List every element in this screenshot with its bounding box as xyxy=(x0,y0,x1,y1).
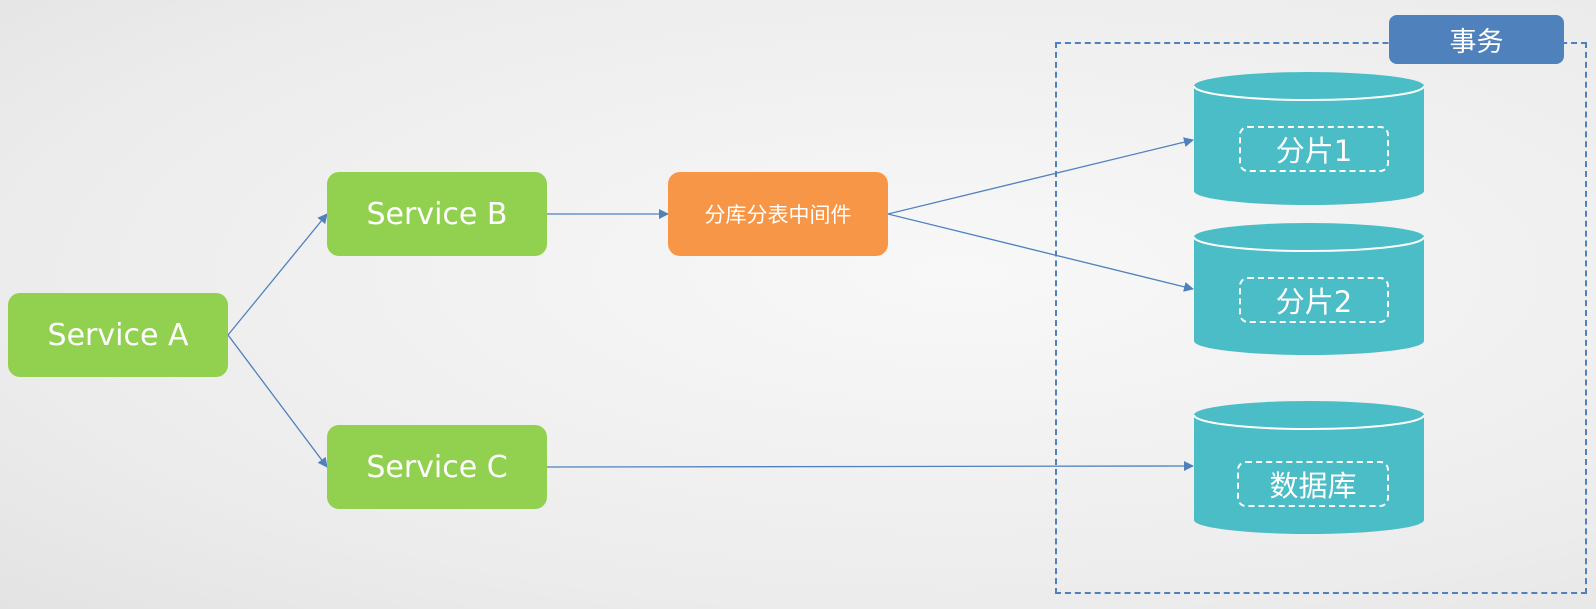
shard-2-label: 分片2 xyxy=(1239,277,1389,323)
arrow-a-to-c xyxy=(227,334,328,468)
sharding-middleware-node: 分库分表中间件 xyxy=(668,172,888,256)
transaction-label: 事务 xyxy=(1389,15,1564,64)
service-a-node: Service A xyxy=(8,293,228,377)
shard-1-database: 分片1 xyxy=(1194,72,1424,205)
database-label: 数据库 xyxy=(1237,461,1389,507)
service-c-node: Service C xyxy=(327,425,547,509)
service-b-node: Service B xyxy=(327,172,547,256)
arrow-a-to-b xyxy=(227,213,328,336)
shard-1-label: 分片1 xyxy=(1239,126,1389,172)
database-node: 数据库 xyxy=(1194,401,1424,534)
shard-2-database: 分片2 xyxy=(1194,223,1424,355)
